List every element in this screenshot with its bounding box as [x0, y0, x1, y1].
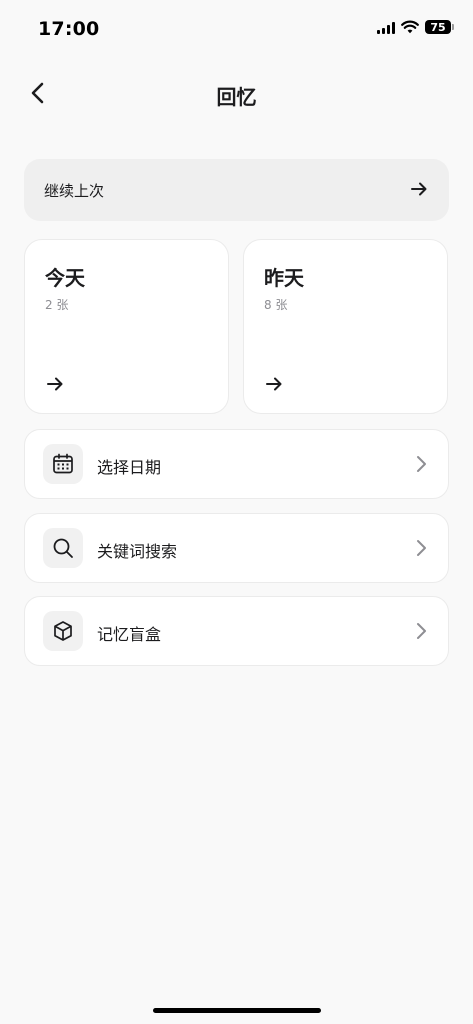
- memory-blind-box-icon-box: [43, 611, 83, 651]
- page-title: 回忆: [216, 85, 257, 109]
- status-icons: 75: [377, 20, 454, 34]
- arrow-right-icon: [47, 377, 63, 391]
- memory-blind-box-button[interactable]: 记忆盲盒: [24, 596, 449, 666]
- today-count: 2 张: [45, 298, 69, 312]
- memories-screen: 17:00 75 回忆 继续上次 今天 2 张 昨天 8 张 选择日期 关键词搜…: [0, 0, 473, 1024]
- chevron-right-icon: [417, 456, 426, 472]
- box-icon: [54, 621, 72, 641]
- status-time: 17:00: [38, 18, 100, 40]
- home-indicator[interactable]: [153, 1008, 321, 1013]
- chevron-right-icon: [417, 540, 426, 556]
- continue-label: 继续上次: [44, 182, 105, 200]
- yesterday-title: 昨天: [264, 266, 304, 290]
- battery-level: 75: [430, 20, 446, 34]
- select-date-label: 选择日期: [97, 458, 162, 477]
- yesterday-count: 8 张: [264, 298, 288, 312]
- today-card[interactable]: 今天 2 张: [24, 239, 229, 414]
- calendar-icon: [53, 453, 73, 474]
- today-title: 今天: [45, 266, 85, 290]
- cellular-signal-icon: [377, 21, 395, 34]
- chevron-right-icon: [417, 623, 426, 639]
- arrow-right-icon: [266, 377, 282, 391]
- continue-last-button[interactable]: 继续上次: [24, 159, 449, 221]
- keyword-search-label: 关键词搜索: [97, 542, 178, 561]
- select-date-icon-box: [43, 444, 83, 484]
- arrow-right-icon: [411, 182, 427, 196]
- battery-icon: 75: [425, 20, 454, 34]
- status-bar: 17:00 75: [0, 0, 473, 60]
- select-date-button[interactable]: 选择日期: [24, 429, 449, 499]
- wifi-icon: [401, 20, 419, 34]
- keyword-search-button[interactable]: 关键词搜索: [24, 513, 449, 583]
- keyword-search-icon-box: [43, 528, 83, 568]
- yesterday-card[interactable]: 昨天 8 张: [243, 239, 448, 414]
- memory-blind-box-label: 记忆盲盒: [97, 625, 162, 644]
- search-icon: [53, 538, 73, 558]
